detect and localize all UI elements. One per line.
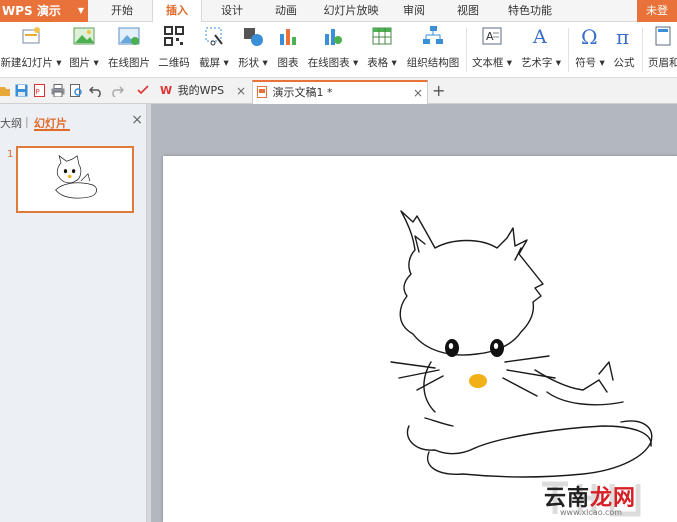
chevron-down-icon: ▼: [77, 6, 84, 15]
wordart-button[interactable]: A 艺术字 ▾: [518, 25, 564, 75]
symbol-button[interactable]: Ω 符号 ▾: [572, 25, 608, 75]
screenshot-label: 截屏: [199, 57, 221, 69]
formula-label: 公式: [613, 57, 635, 69]
tab-design[interactable]: 设计: [214, 0, 250, 22]
login-button[interactable]: 未登: [637, 0, 677, 22]
online-picture-label: 在线图片: [108, 57, 150, 69]
org-chart-label: 组织结构图: [406, 57, 460, 69]
textbox-icon: A: [481, 25, 503, 47]
tab-outline[interactable]: 大纲: [0, 115, 22, 131]
wordart-label: 艺术字: [520, 57, 553, 69]
quick-access-bar: P W 我的WPS × 演示文稿1 * × +: [0, 78, 677, 104]
chart-label: 图表: [277, 57, 299, 69]
ribbon-insert: 新建幻灯片 ▾ 图片 ▾ 在线图片 二维码 截屏 ▾ 形状 ▾ 图表 在线图表 …: [0, 22, 677, 78]
slide-number: 1: [7, 149, 14, 160]
watermark-url: www.xlcao.com: [560, 508, 623, 517]
table-label: 表格: [367, 57, 389, 69]
svg-text:π: π: [616, 25, 629, 47]
qrcode-label: 二维码: [158, 57, 190, 69]
open-folder-icon[interactable]: [0, 84, 14, 97]
new-tab-button[interactable]: +: [432, 81, 445, 100]
picture-button[interactable]: 图片 ▾: [66, 25, 102, 75]
active-tab-underline: [34, 129, 70, 131]
chart-icon: [277, 25, 299, 47]
new-slide-button[interactable]: 新建幻灯片 ▾: [0, 25, 62, 75]
textbox-label: 文本框: [471, 57, 504, 69]
tab-insert[interactable]: 插入: [152, 0, 202, 23]
symbol-icon: Ω: [579, 25, 601, 49]
cat-nose: [469, 374, 487, 388]
doc-tab-my-wps[interactable]: W 我的WPS ×: [156, 80, 252, 104]
export-pdf-icon[interactable]: P: [33, 84, 47, 97]
customize-toolbar-icon[interactable]: [136, 84, 150, 97]
tab-separator: |: [25, 115, 29, 128]
tab-home[interactable]: 开始: [104, 0, 140, 22]
header-button[interactable]: 页眉和: [648, 25, 677, 75]
tab-slideshow[interactable]: 幻灯片放映: [320, 0, 382, 22]
shape-label: 形状: [238, 57, 260, 69]
online-chart-icon: [322, 25, 344, 47]
slides-pane: 大纲 | 幻灯片 × 1: [0, 104, 147, 522]
tab-view[interactable]: 视图: [450, 0, 486, 22]
svg-text:A: A: [486, 30, 494, 43]
table-button[interactable]: 表格 ▾: [364, 25, 400, 75]
org-chart-button[interactable]: 组织结构图: [404, 25, 462, 75]
picture-icon: [73, 25, 95, 47]
redo-icon[interactable]: [110, 84, 125, 98]
tab-animation[interactable]: 动画: [268, 0, 304, 22]
ribbon-divider: [642, 28, 643, 72]
svg-text:Ω: Ω: [581, 25, 598, 47]
ribbon-divider: [568, 28, 569, 72]
save-icon[interactable]: [15, 84, 29, 97]
textbox-button[interactable]: A 文本框 ▾: [470, 25, 514, 75]
svg-text:P: P: [36, 88, 40, 96]
screenshot-icon: [203, 25, 225, 47]
presentation-file-icon: [257, 86, 271, 99]
formula-icon: π: [613, 25, 635, 49]
cat-drawing-thumbnail: [55, 154, 97, 199]
pane-splitter[interactable]: [147, 104, 151, 522]
close-icon[interactable]: ×: [236, 80, 246, 102]
slides-pane-header: 大纲 | 幻灯片 ×: [0, 112, 147, 132]
symbol-label: 符号: [575, 57, 597, 69]
qrcode-button[interactable]: 二维码: [157, 25, 191, 75]
cat-drawing[interactable]: [163, 156, 677, 522]
tab-special-features[interactable]: 特色功能: [502, 0, 558, 22]
doc-tab-label: 我的WPS: [177, 84, 225, 97]
ribbon-divider: [466, 28, 467, 72]
print-preview-icon[interactable]: [69, 84, 83, 97]
online-chart-label: 在线图表: [307, 57, 350, 69]
doc-tab-presentation[interactable]: 演示文稿1 * ×: [252, 80, 428, 104]
menu-bar: WPS 演示 ▼ 开始 插入 设计 动画 幻灯片放映 审阅 视图 特色功能 未登: [0, 0, 677, 23]
tab-review[interactable]: 审阅: [396, 0, 432, 22]
chart-button[interactable]: 图表: [274, 25, 302, 75]
new-slide-icon: [20, 25, 42, 47]
online-picture-icon: [118, 25, 140, 47]
wps-logo-icon: W: [160, 84, 173, 97]
close-pane-icon[interactable]: ×: [131, 112, 143, 128]
doc-tab-label: 演示文稿1 *: [272, 86, 333, 99]
app-menu-button[interactable]: WPS 演示 ▼: [0, 0, 88, 22]
undo-icon[interactable]: [88, 84, 103, 98]
close-icon[interactable]: ×: [413, 82, 423, 104]
slide-thumbnail[interactable]: [16, 146, 134, 213]
picture-label: 图片: [69, 57, 91, 69]
online-chart-button[interactable]: 在线图表 ▾: [305, 25, 361, 75]
new-slide-label: 新建幻灯片: [0, 57, 53, 69]
wordart-icon: A: [530, 25, 552, 48]
header-label: 页眉和: [648, 57, 677, 69]
screenshot-button[interactable]: 截屏 ▾: [197, 25, 231, 75]
shape-button[interactable]: 形状 ▾: [236, 25, 270, 75]
table-icon: [371, 25, 393, 47]
svg-text:A: A: [532, 26, 547, 47]
print-icon[interactable]: [51, 84, 65, 98]
org-chart-icon: [422, 25, 444, 47]
qrcode-icon: [163, 25, 185, 47]
formula-button[interactable]: π 公式: [610, 25, 638, 75]
header-icon: [652, 25, 674, 47]
slide-canvas[interactable]: [163, 156, 677, 522]
app-name: WPS 演示: [2, 4, 61, 18]
shape-icon: [242, 25, 264, 47]
online-picture-button[interactable]: 在线图片: [106, 25, 152, 75]
